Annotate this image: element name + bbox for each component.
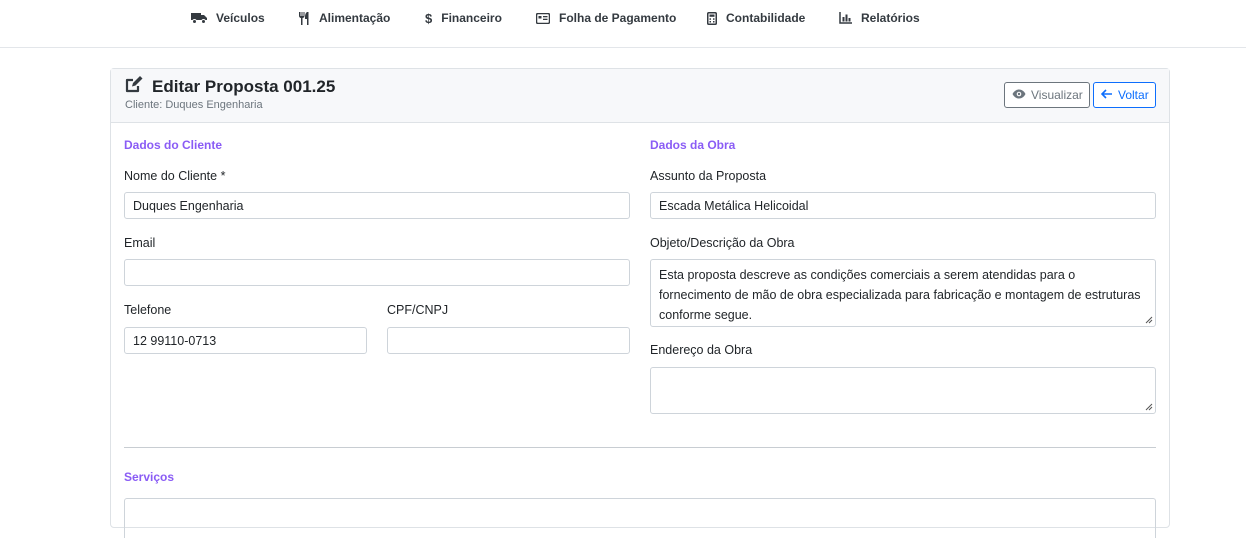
description-textarea[interactable]: Esta proposta descreve as condições come… (650, 259, 1156, 327)
section-divider (124, 447, 1156, 448)
email-label: Email (124, 236, 156, 250)
resize-grip-icon[interactable] (1145, 316, 1153, 324)
services-section-title: Serviços (124, 470, 175, 484)
nav-item-folha-pagamento[interactable]: Folha de Pagamento (536, 10, 676, 26)
dollar-icon: $ (425, 10, 433, 26)
work-section-title: Dados da Obra (650, 138, 736, 152)
calculator-icon (707, 11, 717, 25)
nav-item-veiculos[interactable]: Veículos (191, 10, 265, 26)
client-section-title: Dados do Cliente (124, 138, 223, 152)
phone-label: Telefone (124, 303, 172, 317)
truck-icon (191, 12, 207, 24)
proposal-card: Editar Proposta 001.25 Cliente: Duques E… (110, 68, 1170, 538)
cpf-cnpj-input[interactable] (387, 327, 630, 354)
page-title: Editar Proposta 001.25 (152, 77, 336, 96)
description-text: Esta proposta descreve as condições come… (659, 268, 1141, 322)
nav-label: Veículos (216, 11, 265, 25)
description-label: Objeto/Descrição da Obra (650, 236, 795, 250)
chart-icon (839, 12, 852, 24)
nav-item-alimentacao[interactable]: Alimentação (298, 10, 390, 26)
client-name-input[interactable]: Duques Engenharia (124, 192, 630, 219)
subject-label: Assunto da Proposta (650, 169, 767, 183)
nav-label: Financeiro (441, 11, 502, 25)
eye-icon (1012, 88, 1026, 102)
address-label: Endereço da Obra (650, 343, 753, 357)
subject-input[interactable]: Escada Metálica Helicoidal (650, 192, 1156, 219)
cpf-cnpj-label: CPF/CNPJ (387, 303, 449, 317)
client-subtitle: Cliente: Duques Engenharia (125, 99, 263, 111)
phone-input[interactable]: 12 99110-0713 (124, 327, 367, 354)
back-button[interactable]: Voltar (1093, 82, 1156, 108)
view-button[interactable]: Visualizar (1004, 82, 1090, 108)
back-button-label: Voltar (1118, 88, 1149, 102)
nav-item-relatorios[interactable]: Relatórios (839, 10, 920, 26)
nav-item-financeiro[interactable]: $ Financeiro (425, 10, 502, 26)
view-button-label: Visualizar (1031, 88, 1083, 102)
edit-icon (125, 76, 143, 98)
arrow-left-icon (1100, 88, 1113, 102)
client-name-label: Nome do Cliente * (124, 169, 226, 183)
services-table (124, 498, 1156, 538)
id-card-icon (536, 12, 550, 24)
resize-grip-icon[interactable] (1145, 403, 1153, 411)
top-navigation: Veículos Alimentação $ Financeiro Folha … (0, 0, 1246, 48)
nav-label: Alimentação (319, 11, 391, 25)
title-row: Editar Proposta 001.25 (125, 76, 335, 98)
address-textarea[interactable] (650, 367, 1156, 414)
utensils-icon (298, 11, 310, 25)
nav-label: Relatórios (861, 11, 920, 25)
nav-label: Folha de Pagamento (559, 11, 677, 25)
nav-item-contabilidade[interactable]: Contabilidade (707, 10, 805, 26)
nav-label: Contabilidade (726, 11, 806, 25)
email-input[interactable] (124, 259, 630, 286)
card-header: Editar Proposta 001.25 Cliente: Duques E… (111, 69, 1169, 123)
